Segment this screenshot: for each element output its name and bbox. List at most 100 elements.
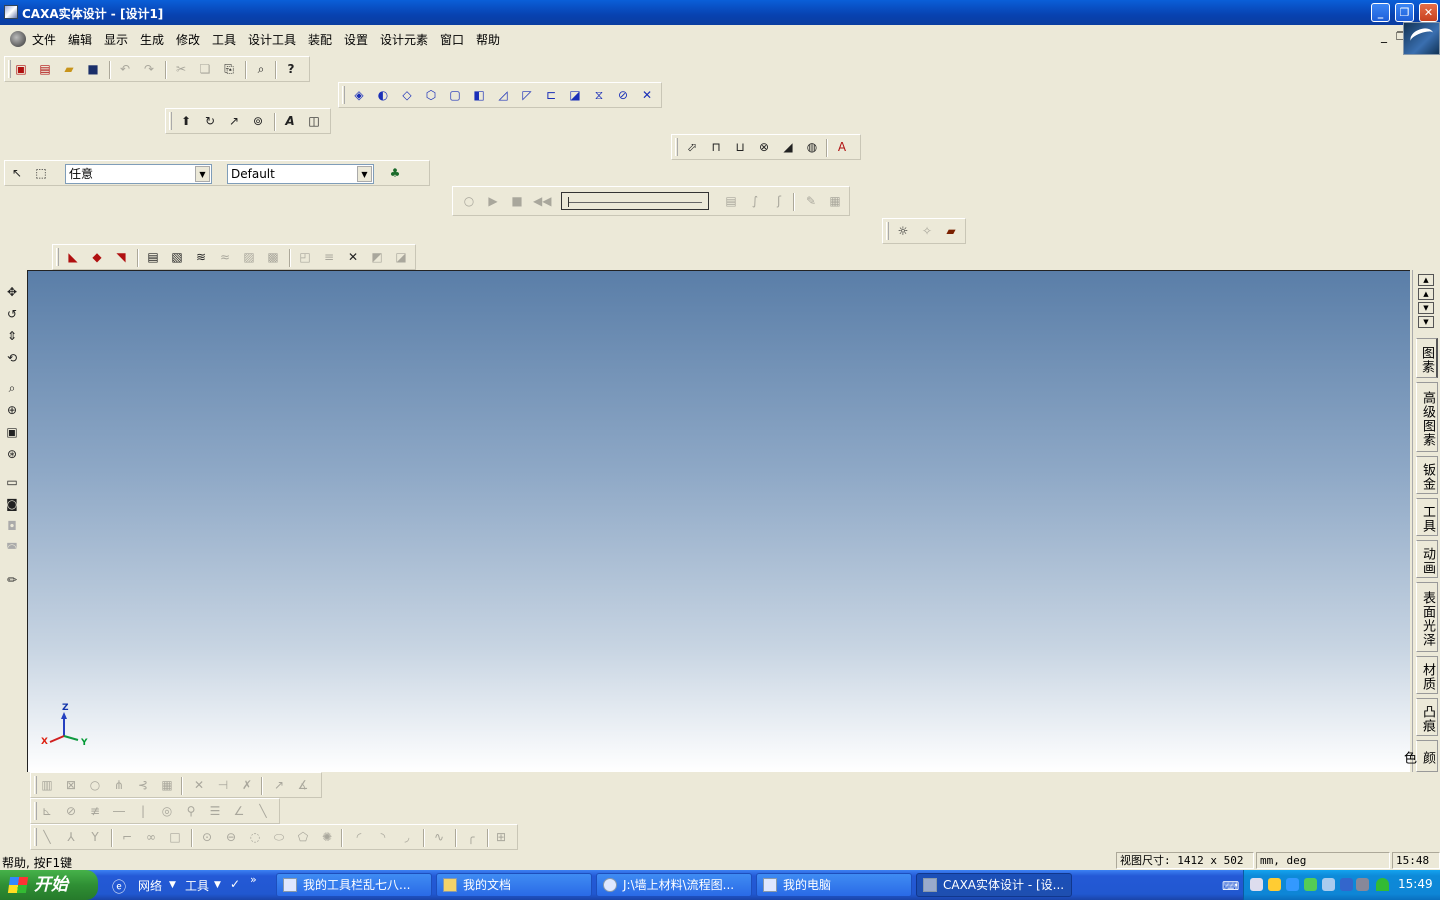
sketch-trim-icon[interactable]: ✗ [239, 777, 255, 793]
tab-elements[interactable]: 图素 [1416, 338, 1438, 378]
anim-edit-icon[interactable]: ✎ [803, 193, 819, 209]
sketch-project-icon[interactable]: ⋔ [111, 777, 127, 793]
face-move-icon[interactable]: ⬀ [684, 139, 700, 155]
spline-icon[interactable]: ∿ [431, 829, 447, 845]
surface-blend-icon[interactable]: ▨ [241, 249, 257, 265]
sketch-edit-icon[interactable]: ✏ [4, 572, 20, 588]
fillet-icon[interactable]: ◧ [471, 87, 487, 103]
equal-spacing-icon[interactable]: ⊞ [493, 829, 509, 845]
dynamic-rotate-icon[interactable]: ⇕ [4, 328, 20, 344]
tab-advanced-elements[interactable]: 高级图素 [1416, 382, 1438, 452]
sketch-circle-icon[interactable]: ○ [87, 777, 103, 793]
constraint-parallel-icon[interactable]: ≢ [87, 803, 103, 819]
minimize-button[interactable]: _ [1371, 3, 1390, 22]
face-extend-icon[interactable]: ⊔ [732, 139, 748, 155]
tray-green-icon[interactable] [1376, 878, 1389, 891]
design-viewport[interactable] [27, 270, 1410, 772]
copy-icon[interactable]: ❏ [197, 61, 213, 77]
face-delete-icon[interactable]: ⊗ [756, 139, 772, 155]
camera-icon[interactable]: ▰ [943, 223, 959, 239]
tab-color[interactable]: 颜色 [1401, 740, 1438, 772]
surface-patch-icon[interactable]: ▩ [265, 249, 281, 265]
tab-material[interactable]: 材质 [1416, 656, 1438, 694]
surface-cross-icon[interactable]: ✕ [345, 249, 361, 265]
keyframe-icon[interactable]: ▤ [723, 193, 739, 209]
path-icon[interactable]: ∫ [747, 193, 763, 209]
chevron-down-icon[interactable]: ▼ [195, 166, 210, 182]
play-icon[interactable]: ▶ [485, 193, 501, 209]
constraint-tangent-icon[interactable]: ⊘ [63, 803, 79, 819]
more-quicklaunch-icon[interactable]: » [250, 873, 257, 886]
constraint-horizontal-icon[interactable]: ― [111, 803, 127, 819]
surface-trim-icon[interactable]: ≡ [321, 249, 337, 265]
tray-back-icon[interactable] [1250, 878, 1263, 891]
quicklaunch-network[interactable]: 网络 [138, 877, 162, 894]
tangent-line-icon[interactable]: ⅄ [63, 829, 79, 845]
sketch-extend-icon[interactable]: ⊣ [215, 777, 231, 793]
menu-file[interactable]: 文件 [32, 31, 56, 48]
save-icon[interactable]: ■ [85, 61, 101, 77]
spin-icon[interactable]: ↻ [202, 113, 218, 129]
menu-modify[interactable]: 修改 [176, 31, 200, 48]
constraint-coincident-icon[interactable]: ⚲ [183, 803, 199, 819]
scroll-up-icon[interactable]: ▲ [1418, 288, 1434, 300]
doc-minimize-icon[interactable]: _ [1376, 30, 1392, 46]
rib-icon[interactable]: ⊘ [615, 87, 631, 103]
view-center-icon[interactable]: ⊛ [4, 446, 20, 462]
tab-sheet-metal[interactable]: 钣金 [1416, 456, 1438, 494]
surface-offset-icon[interactable]: ◰ [297, 249, 313, 265]
surface-revolve-icon[interactable]: ▧ [169, 249, 185, 265]
thicken-icon[interactable]: ◫ [306, 113, 322, 129]
record-icon[interactable]: ○ [461, 193, 477, 209]
anim-camera-icon[interactable]: ▦ [827, 193, 843, 209]
redo-icon[interactable]: ↷ [141, 61, 157, 77]
polyline-icon[interactable]: ⌐ [119, 829, 135, 845]
line-icon[interactable]: ╲ [39, 829, 55, 845]
task-my-documents[interactable]: 我的文档 [436, 873, 592, 897]
camera-walk-icon[interactable]: ◘ [4, 518, 20, 534]
pan-icon[interactable]: ✥ [4, 284, 20, 300]
tab-surface-finish[interactable]: 表面光泽 [1416, 582, 1438, 652]
fillet-sketch-icon[interactable]: ╭ [463, 829, 479, 845]
constraint-perpendicular-icon[interactable]: ⊾ [39, 803, 55, 819]
loft-icon[interactable]: ⬡ [423, 87, 439, 103]
gear-icon[interactable]: ✺ [319, 829, 335, 845]
rewind-icon[interactable]: ◀◀ [533, 193, 551, 209]
circle-center-icon[interactable]: ⊙ [199, 829, 215, 845]
task-caxa[interactable]: CAXA实体设计 - [设... [916, 873, 1072, 897]
menu-generate[interactable]: 生成 [140, 31, 164, 48]
find-icon[interactable]: ⌕ [253, 61, 269, 77]
trim-icon[interactable]: ✕ [639, 87, 655, 103]
polygon-icon[interactable]: ⬠ [295, 829, 311, 845]
arc-icon[interactable]: ◜ [351, 829, 367, 845]
circle-2pt-icon[interactable]: ⊖ [223, 829, 239, 845]
open-folder-icon[interactable]: ▰ [61, 61, 77, 77]
scroll-last-icon[interactable]: ▼ [1418, 316, 1434, 328]
tab-emboss[interactable]: 凸痕 [1416, 698, 1438, 736]
light-icon[interactable]: ☼ [895, 223, 911, 239]
filter-select[interactable]: 任意 ▼ [65, 164, 212, 184]
sketch-box-icon[interactable]: ⊠ [63, 777, 79, 793]
boolean-add-icon[interactable]: ◣ [65, 249, 81, 265]
surface-extrude-icon[interactable]: ▤ [145, 249, 161, 265]
surface-sew-icon[interactable]: ◪ [393, 249, 409, 265]
zoom-window-icon[interactable]: ⊕ [4, 402, 20, 418]
arc-tangent-icon[interactable]: ◞ [399, 829, 415, 845]
menu-design-elements[interactable]: 设计元素 [380, 31, 428, 48]
tray-security-icon[interactable] [1304, 878, 1317, 891]
chevron-down-icon[interactable]: ▼ [357, 166, 372, 182]
tray-qq-icon[interactable] [1268, 878, 1281, 891]
bisector-icon[interactable]: Y [87, 829, 103, 845]
surface-sweep-icon[interactable]: ≈ [217, 249, 233, 265]
scroll-down-icon[interactable]: ▼ [1418, 302, 1434, 314]
sketch-angle-icon[interactable]: ∡ [295, 777, 311, 793]
chevron-down-icon[interactable]: ▼ [169, 880, 176, 890]
tray-network-icon[interactable] [1286, 878, 1299, 891]
shell-icon[interactable]: ▢ [447, 87, 463, 103]
constraint-angle-icon[interactable]: ∠ [231, 803, 247, 819]
chevron-down-icon[interactable]: ▼ [214, 880, 221, 890]
text-edit-icon[interactable]: A [834, 139, 850, 155]
ie-icon[interactable]: ⓔ [112, 877, 126, 897]
sketch-delete-icon[interactable]: ✕ [191, 777, 207, 793]
orbit-icon[interactable]: ↺ [4, 306, 20, 322]
